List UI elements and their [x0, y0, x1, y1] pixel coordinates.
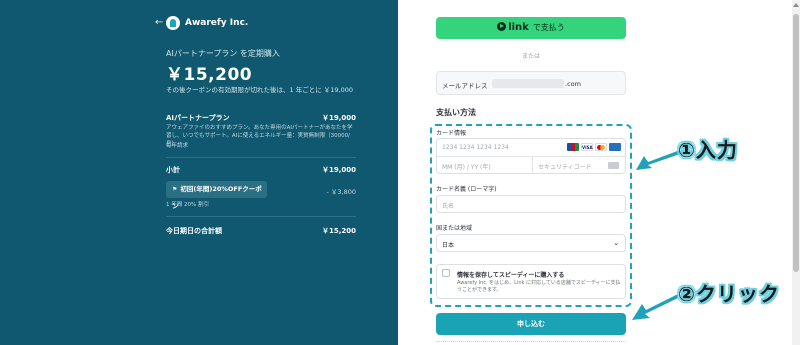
order-summary-panel: ← Awarefy Inc. AIパートナープラン を定期購入 ￥15,200 … — [0, 0, 398, 345]
total-due-label: 今日期日の合計額 — [166, 227, 222, 235]
payment-method-title: 支払い方法 — [436, 108, 476, 117]
back-arrow-icon[interactable]: ← — [155, 17, 163, 28]
scrollbar-thumb[interactable] — [793, 14, 799, 272]
annotation-step1: ①入力 — [678, 138, 738, 162]
coupon-description: 1 年間 20% 割引 — [166, 202, 209, 208]
company-logo-icon — [166, 16, 180, 30]
renewal-note: その後クーポンの有効期限が切れた後は、1 年ごとに ￥19,000 — [166, 86, 354, 94]
arrow-icon — [632, 294, 678, 320]
line-item-description: アウェアファイのおすすめプラン。あなた専用のAIパートナーがあなたを学習し、いつ… — [166, 125, 353, 147]
subtotal-label: 小計 — [166, 166, 180, 174]
divider — [166, 216, 356, 217]
line-item-price: ￥19,000 — [321, 114, 356, 122]
total-due-value: ￥15,200 — [321, 227, 356, 235]
input-highlight-frame — [430, 124, 632, 307]
link-pay-button[interactable]: link で支払う — [436, 17, 626, 39]
company-name: Awarefy Inc. — [185, 18, 249, 28]
line-item-name: AIパートナープラン — [166, 114, 230, 122]
or-separator: または — [521, 53, 540, 60]
link-play-icon — [497, 22, 507, 31]
footer-divider — [436, 341, 626, 345]
email-domain: .com — [565, 80, 581, 88]
subtotal-value: ￥19,000 — [321, 166, 356, 174]
total-price: ￥15,200 — [166, 65, 253, 85]
scroll-up-icon[interactable] — [793, 3, 799, 7]
email-field[interactable]: メールアドレス .com — [436, 71, 626, 95]
scrollbar[interactable] — [792, 0, 800, 345]
arrow-icon — [636, 150, 680, 170]
annotation-step2: ②クリック — [678, 282, 780, 306]
tag-icon: ⚑ — [172, 186, 178, 193]
link-brand: link — [508, 22, 529, 33]
link-pay-label: で支払う — [532, 23, 565, 32]
coupon-discount: - ￥3,800 — [326, 188, 356, 196]
billing-period: 毎年請求 — [166, 143, 189, 149]
email-label: メールアドレス — [442, 82, 488, 90]
subscription-title: AIパートナープラン を定期購入 — [166, 49, 280, 58]
divider — [166, 157, 356, 158]
submit-button[interactable]: 申し込む — [436, 313, 626, 335]
email-redacted — [492, 79, 564, 88]
coupon-badge[interactable]: ⚑ 初回(年間)20%OFFクーポン — [166, 181, 267, 210]
